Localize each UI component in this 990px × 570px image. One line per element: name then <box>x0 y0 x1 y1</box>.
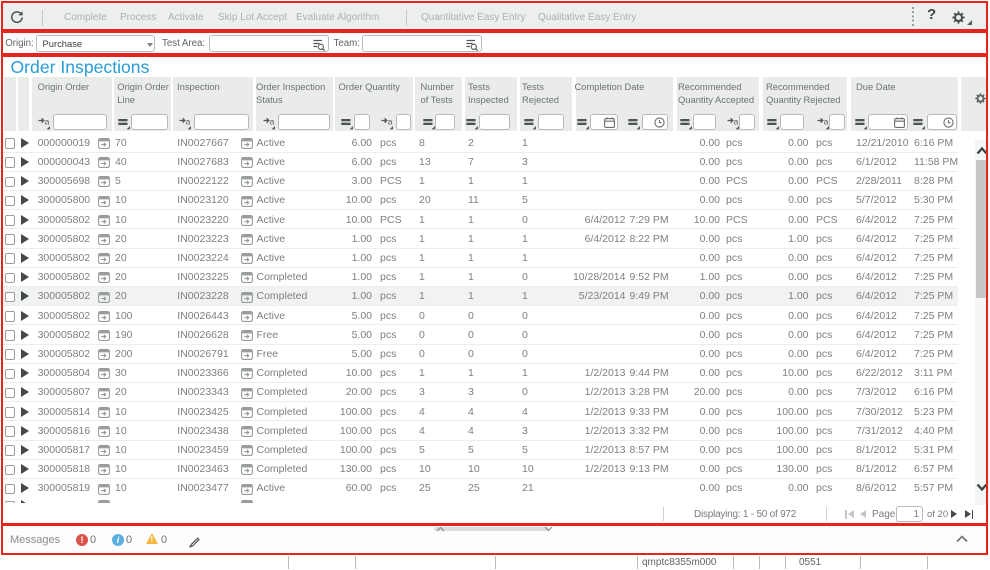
svg-text:a: a <box>734 117 739 126</box>
svg-text:a: a <box>45 117 50 126</box>
svg-text:a: a <box>388 117 393 126</box>
svg-text:a: a <box>186 117 191 126</box>
svg-text:a: a <box>824 117 829 126</box>
svg-text:a: a <box>270 117 275 126</box>
